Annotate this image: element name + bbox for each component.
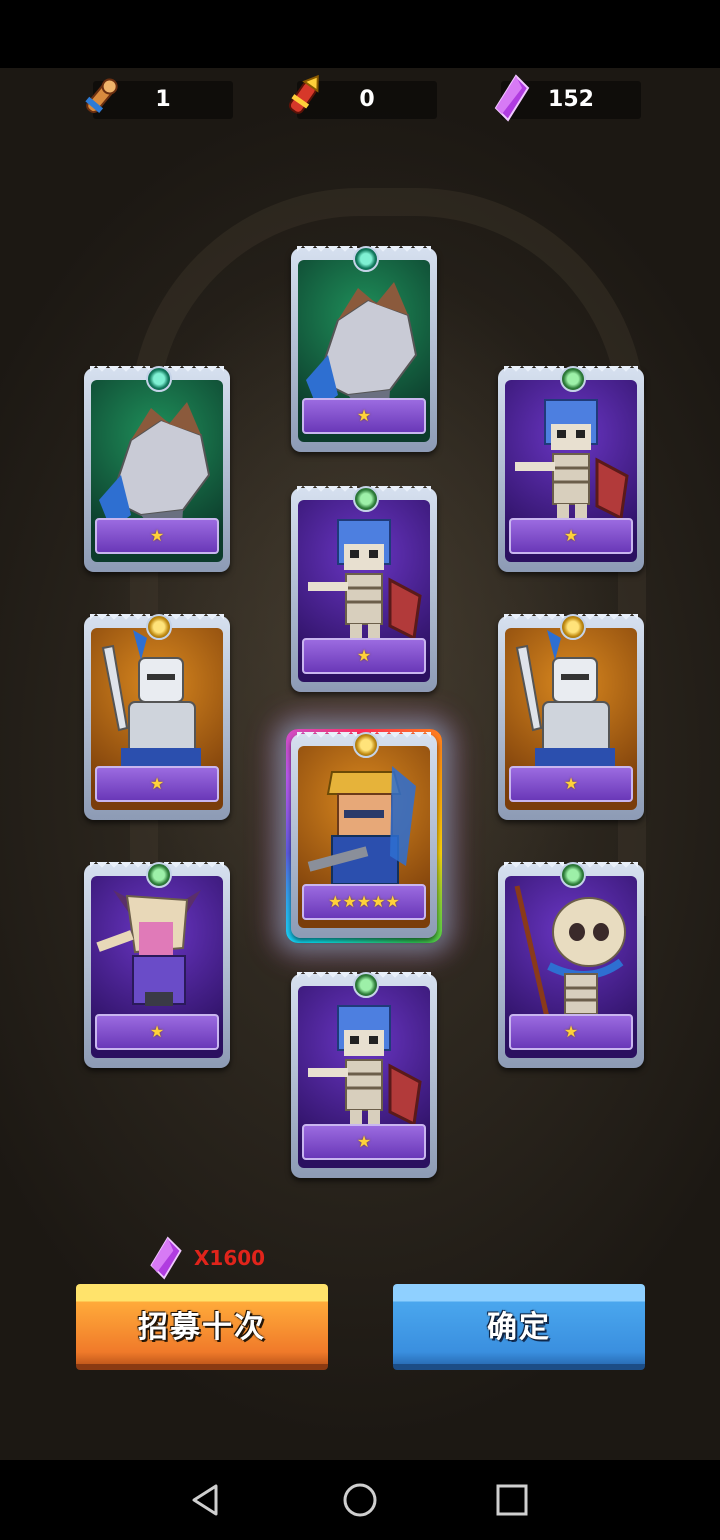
star-rating: ★★★★★ [328,892,400,911]
home-icon[interactable] [340,1480,380,1520]
class-emblem-icon [560,366,586,392]
horned-warrior-portrait [96,890,201,1006]
skeleton-knight-portrait [308,519,422,654]
star-rating: ★ [356,646,372,665]
class-emblem-icon [353,246,379,272]
frost-trim [504,614,564,626]
card-art: ★ [505,876,637,1058]
star-rating: ★ [356,1132,372,1151]
frost-trim [90,614,150,626]
star-rating: ★ [563,526,579,545]
star-rating: ★ [563,774,579,793]
card-art: ★ [91,876,223,1058]
frost-trim [297,246,357,258]
back-icon[interactable] [186,1480,226,1520]
star-rating-banner: ★ [95,518,219,554]
hero-card-skeleton-mage[interactable]: ★ [498,862,644,1068]
recruit-ten-button[interactable]: 招募十次 [76,1284,328,1370]
system-nav-bar [0,1460,720,1540]
frost-trim [164,366,224,378]
hero-card-rock-golem[interactable]: ★ [84,366,230,572]
star-rating-banner: ★ [302,638,426,674]
card-art: ★ [505,628,637,810]
frost-trim [371,972,431,984]
frost-trim [578,366,638,378]
hero-card-armored-knight[interactable]: ★ [84,614,230,820]
frost-trim [504,366,564,378]
frost-trim [164,614,224,626]
card-art: ★ [91,628,223,810]
class-emblem-icon [560,614,586,640]
hero-card-skeleton-knight[interactable]: ★ [291,972,437,1178]
frost-trim [297,732,357,744]
frost-trim [90,366,150,378]
skeleton-mage-portrait [514,885,626,1027]
star-rating-banner: ★★★★★ [302,884,426,920]
star-rating: ★ [563,1022,579,1041]
frost-trim [578,614,638,626]
skeleton-knight-portrait [308,1005,422,1140]
star-rating-banner: ★ [509,518,633,554]
recruit-cost-value: X1600 [194,1246,266,1270]
frost-trim [297,486,357,498]
star-rating: ★ [149,1022,165,1041]
status-bar [0,0,720,68]
hero-card-horned-warrior[interactable]: ★ [84,862,230,1068]
card-art: ★ [91,380,223,562]
recruit-cost: X1600 [146,1234,265,1282]
rock-golem-portrait [99,402,211,540]
card-art: ★★★★★ [298,746,430,928]
class-emblem-icon [146,614,172,640]
confirm-button[interactable]: 确定 [393,1284,645,1370]
star-rating-banner: ★ [95,1014,219,1050]
hero-card-rock-golem[interactable]: ★ [291,246,437,452]
frost-trim [164,862,224,874]
recruit-ten-label: 招募十次 [138,1310,266,1345]
star-rating-banner: ★ [302,1124,426,1160]
card-art: ★ [298,500,430,682]
card-art: ★ [505,380,637,562]
skeleton-knight-portrait [515,399,629,534]
hero-warrior-portrait [307,766,416,885]
star-rating: ★ [149,774,165,793]
armored-knight-portrait [515,630,615,784]
card-art: ★ [298,260,430,442]
class-emblem-icon [353,972,379,998]
frost-trim [297,972,357,984]
star-rating-banner: ★ [95,766,219,802]
frost-trim [504,862,564,874]
frost-trim [90,862,150,874]
class-emblem-icon [146,862,172,888]
frost-trim [578,862,638,874]
recents-icon[interactable] [492,1480,532,1520]
class-emblem-icon [353,732,379,758]
star-rating-banner: ★ [302,398,426,434]
frost-trim [371,486,431,498]
scroll-icon [85,78,118,114]
star-rating: ★ [356,406,372,425]
frost-trim [371,732,431,744]
hero-card-skeleton-knight[interactable]: ★ [291,486,437,692]
star-rating: ★ [149,526,165,545]
class-emblem-icon [560,862,586,888]
class-emblem-icon [353,486,379,512]
confirm-label: 确定 [487,1310,551,1345]
torch-scroll-icon [288,74,319,114]
class-emblem-icon [146,366,172,392]
hero-card-skeleton-knight[interactable]: ★ [498,366,644,572]
armored-knight-portrait [101,630,201,784]
hero-card-armored-knight[interactable]: ★ [498,614,644,820]
crystal-icon [494,74,530,122]
rock-golem-portrait [306,282,418,420]
hero-card-hero-warrior[interactable]: ★★★★★ [291,732,437,938]
star-rating-banner: ★ [509,766,633,802]
frost-trim [371,246,431,258]
star-rating-banner: ★ [509,1014,633,1050]
crystal-icon [150,1236,182,1280]
card-art: ★ [298,986,430,1168]
